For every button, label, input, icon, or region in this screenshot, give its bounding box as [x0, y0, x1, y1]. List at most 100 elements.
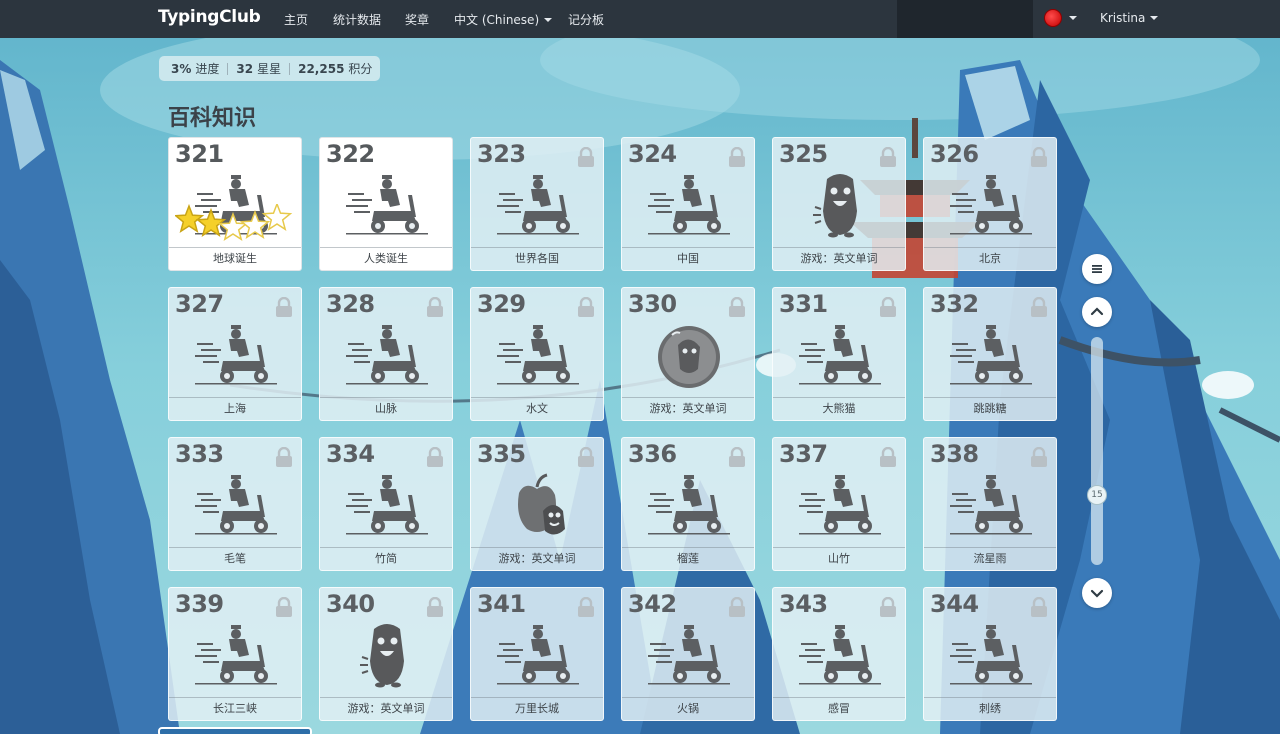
- monster-game-icon: [813, 174, 857, 238]
- lesson-number: 341: [477, 590, 526, 618]
- lesson-title: 上海: [169, 397, 301, 420]
- scooter-rider-icon: [346, 175, 428, 235]
- lesson-number: 325: [779, 140, 828, 168]
- lesson-card[interactable]: 339 长江三峡: [168, 587, 302, 721]
- points-value: 22,255: [298, 61, 345, 76]
- lock-icon: [1031, 147, 1047, 167]
- lesson-title: 游戏：英文单词: [773, 247, 905, 270]
- lesson-number: 326: [930, 140, 979, 168]
- nav-language-dropdown[interactable]: 中文 (Chinese): [454, 11, 553, 28]
- lock-icon: [578, 297, 594, 317]
- scooter-rider-icon: [195, 325, 277, 385]
- scooter-rider-icon: [497, 325, 579, 385]
- lesson-card[interactable]: 331 大熊猫: [772, 287, 906, 421]
- lock-icon: [880, 597, 896, 617]
- scooter-rider-icon: [346, 475, 428, 535]
- lesson-number: 324: [628, 140, 677, 168]
- flag-icon[interactable]: [1044, 9, 1062, 27]
- scooter-rider-icon: [346, 325, 428, 385]
- lesson-title: 水文: [471, 397, 603, 420]
- lesson-card[interactable]: 343 感冒: [772, 587, 906, 721]
- lesson-number: 339: [175, 590, 224, 618]
- lesson-card[interactable]: 328 山脉: [319, 287, 453, 421]
- nav-badges-link[interactable]: 奖章: [405, 11, 429, 28]
- lesson-card[interactable]: 323 世界各国: [470, 137, 604, 271]
- lesson-number: 333: [175, 440, 224, 468]
- lesson-card[interactable]: 340 游戏：英文单词: [319, 587, 453, 721]
- lesson-card[interactable]: 341 万里长城: [470, 587, 604, 721]
- menu-button[interactable]: [1082, 254, 1112, 284]
- lesson-number: 331: [779, 290, 828, 318]
- monster-game-icon: [360, 624, 404, 688]
- progress-stats-bar: 3% 进度 32 星星 22,255 积分: [159, 56, 380, 81]
- lock-icon: [578, 147, 594, 167]
- lesson-card[interactable]: 329 水文: [470, 287, 604, 421]
- lesson-card[interactable]: 335 游戏：英文单词: [470, 437, 604, 571]
- lesson-title: 北京: [924, 247, 1056, 270]
- progress-label: 进度: [195, 62, 220, 76]
- lock-icon: [578, 597, 594, 617]
- lesson-number: 321: [175, 140, 224, 168]
- chevron-down-icon: [1150, 16, 1159, 20]
- lesson-card[interactable]: 333 毛笔: [168, 437, 302, 571]
- lock-icon: [1031, 447, 1047, 467]
- lesson-title: 地球诞生: [169, 247, 301, 270]
- lock-icon: [729, 147, 745, 167]
- lesson-card[interactable]: 344 刺绣: [923, 587, 1057, 721]
- lesson-number: 336: [628, 440, 677, 468]
- lock-icon: [1031, 297, 1047, 317]
- lesson-card[interactable]: 342 火锅: [621, 587, 755, 721]
- nav-scoreboard-link[interactable]: 记分板: [568, 11, 604, 28]
- lesson-card[interactable]: 336 榴莲: [621, 437, 755, 571]
- chevron-down-icon: [1069, 16, 1077, 20]
- lesson-title: 人类诞生: [320, 247, 452, 270]
- lesson-number: 335: [477, 440, 526, 468]
- lesson-card[interactable]: 324 中国: [621, 137, 755, 271]
- lesson-card[interactable]: 337 山竹: [772, 437, 906, 571]
- star-icon: [261, 204, 293, 231]
- lock-icon: [276, 447, 292, 467]
- lesson-card[interactable]: 327 上海: [168, 287, 302, 421]
- lesson-number: 330: [628, 290, 677, 318]
- lesson-card[interactable]: 338 流星雨: [923, 437, 1057, 571]
- lesson-title: 世界各国: [471, 247, 603, 270]
- lesson-card[interactable]: 332 跳跳糖: [923, 287, 1057, 421]
- nav-home-link[interactable]: 主页: [284, 11, 308, 28]
- lesson-card[interactable]: 334 竹简: [319, 437, 453, 571]
- user-name: Kristina: [1100, 11, 1146, 25]
- scooter-rider-icon: [799, 325, 881, 385]
- lesson-title: 刺绣: [924, 697, 1056, 720]
- typingclub-logo[interactable]: TypingClub: [158, 7, 261, 27]
- lock-icon: [427, 597, 443, 617]
- star-icon: [239, 209, 271, 239]
- lesson-number: 328: [326, 290, 375, 318]
- lesson-title: 榴莲: [622, 547, 754, 570]
- lesson-number: 344: [930, 590, 979, 618]
- scroll-up-button[interactable]: [1082, 297, 1112, 327]
- lesson-number: 322: [326, 140, 375, 168]
- level-scrollbar[interactable]: [1091, 337, 1103, 565]
- lesson-number: 338: [930, 440, 979, 468]
- lesson-card[interactable]: 325 游戏：英文单词: [772, 137, 906, 271]
- lock-icon: [276, 597, 292, 617]
- lesson-title: 长江三峡: [169, 697, 301, 720]
- nav-stats-link[interactable]: 统计数据: [333, 11, 381, 28]
- scooter-rider-icon: [799, 625, 881, 685]
- user-menu-dropdown[interactable]: Kristina: [1100, 11, 1159, 25]
- lesson-title: 游戏：英文单词: [622, 397, 754, 420]
- divider: [289, 62, 291, 75]
- lock-icon: [427, 297, 443, 317]
- top-navbar: TypingClub 主页 统计数据 奖章 中文 (Chinese) 记分板 K…: [0, 0, 1280, 38]
- lesson-title: 跳跳糖: [924, 397, 1056, 420]
- lesson-card[interactable]: 326 北京: [923, 137, 1057, 271]
- lesson-card[interactable]: 321 地球诞生: [168, 137, 302, 271]
- scroll-position-indicator[interactable]: 15: [1087, 485, 1107, 505]
- lesson-card[interactable]: 322 人类诞生: [319, 137, 453, 271]
- scooter-rider-icon: [799, 475, 881, 535]
- scroll-down-button[interactable]: [1082, 578, 1112, 608]
- flag-dropdown-toggle[interactable]: [1064, 11, 1077, 25]
- stars-value: 32: [236, 61, 254, 76]
- lock-icon: [880, 147, 896, 167]
- scooter-rider-icon: [950, 175, 1032, 235]
- lesson-card[interactable]: 330 游戏：英文单词: [621, 287, 755, 421]
